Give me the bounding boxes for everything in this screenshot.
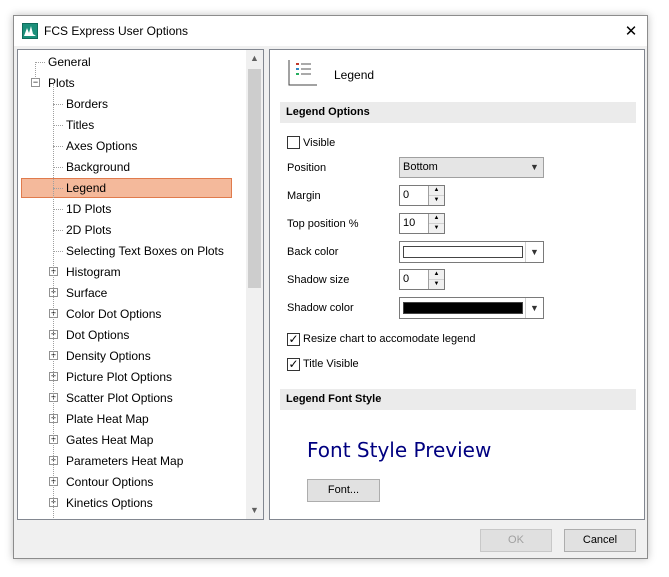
legend-font-style-header: Legend Font Style — [280, 389, 636, 410]
tree-item-label: 1D Plots — [66, 202, 112, 216]
shadow-size-stepper[interactable]: 0 ▲ ▼ — [399, 269, 445, 290]
fcs-express-app-icon — [22, 23, 38, 39]
tree-item-label: Selecting Text Boxes on Plots — [66, 244, 224, 258]
tree-item-label: Kinetics Options — [66, 496, 153, 510]
legend-icon — [288, 60, 317, 86]
visible-checkbox[interactable] — [287, 136, 300, 149]
tree-item[interactable]: General — [18, 52, 246, 73]
tree-item-label: General — [48, 55, 91, 69]
scroll-up-arrow-icon[interactable]: ▲ — [246, 50, 263, 67]
cancel-button[interactable]: Cancel — [564, 529, 636, 552]
ok-button[interactable]: OK — [480, 529, 552, 552]
top-position-label: Top position % — [287, 218, 359, 230]
back-color-swatch — [403, 246, 523, 258]
shadow-color-swatch — [403, 302, 523, 314]
tree-item-label: Picture Plot Options — [66, 370, 173, 384]
collapse-icon[interactable]: − — [31, 78, 40, 87]
shadow-size-label: Shadow size — [287, 274, 350, 286]
close-button[interactable]: ✕ — [615, 16, 647, 46]
resize-chart-label: Resize chart to accomodate legend — [303, 333, 476, 345]
back-color-label: Back color — [287, 246, 339, 258]
tree-connector — [53, 84, 55, 519]
font-button[interactable]: Font... — [307, 479, 380, 502]
tree-scrollbar[interactable]: ▲ ▼ — [246, 50, 263, 519]
back-color-picker[interactable]: ▼ — [399, 241, 544, 263]
chevron-down-icon: ▼ — [530, 162, 539, 172]
options-tree[interactable]: ▲ ▼ General − Plots Borders Titles Axes Optio… — [17, 49, 264, 520]
legend-options-header: Legend Options — [280, 102, 636, 123]
top-position-stepper[interactable]: 10 ▲ ▼ — [399, 213, 445, 234]
tree-item-label: Parameters Heat Map — [66, 454, 184, 468]
spin-down-icon[interactable]: ▼ — [429, 224, 444, 233]
position-label: Position — [287, 162, 327, 174]
shadow-size-value: 0 — [403, 273, 410, 285]
tree-item-label: Borders — [66, 97, 109, 111]
window-title: FCS Express User Options — [44, 24, 189, 38]
title-bar[interactable]: FCS Express User Options ✕ — [14, 16, 647, 46]
title-visible-checkbox[interactable]: ✓ — [287, 357, 300, 371]
resize-chart-checkbox[interactable]: ✓ — [287, 332, 300, 346]
tree-item-label: Gates Heat Map — [66, 433, 154, 447]
shadow-color-label: Shadow color — [287, 302, 354, 314]
position-value: Bottom — [403, 161, 438, 173]
tree-item-label: Legend — [66, 181, 107, 195]
chevron-down-icon: ▼ — [525, 242, 543, 262]
scroll-down-arrow-icon[interactable]: ▼ — [246, 502, 263, 519]
tree-item-label: Dot Options — [66, 328, 130, 342]
tree-item-label: Scatter Plot Options — [66, 391, 173, 405]
spin-up-icon[interactable]: ▲ — [429, 186, 444, 196]
position-dropdown[interactable]: Bottom ▼ — [399, 157, 544, 178]
tree-item-label: Histogram — [66, 265, 121, 279]
title-visible-label: Title Visible — [303, 358, 359, 370]
tree-item-label: 2D Plots — [66, 223, 112, 237]
settings-panel: Legend Legend Options Visible Position B… — [269, 49, 645, 520]
options-dialog: FCS Express User Options ✕ ▲ ▼ General − P… — [13, 15, 648, 559]
chevron-down-icon: ▼ — [525, 298, 543, 318]
tree-item-label: Density Options — [66, 349, 151, 363]
tree-item-label: Plots — [48, 76, 75, 90]
panel-title: Legend — [334, 68, 375, 82]
tree-item-label: Plate Heat Map — [66, 412, 149, 426]
tree-item-label: Background — [66, 160, 131, 174]
spin-up-icon[interactable]: ▲ — [429, 270, 444, 280]
checkmark-icon: ✓ — [288, 357, 299, 371]
shadow-color-picker[interactable]: ▼ — [399, 297, 544, 319]
tree-item-label: Titles — [66, 118, 95, 132]
font-style-preview: Font Style Preview — [307, 438, 492, 462]
checkmark-icon: ✓ — [288, 332, 299, 346]
margin-stepper[interactable]: 0 ▲ ▼ — [399, 185, 445, 206]
tree-connector — [35, 62, 37, 79]
spin-up-icon[interactable]: ▲ — [429, 214, 444, 224]
margin-label: Margin — [287, 190, 321, 202]
tree-item-label: Color Dot Options — [66, 307, 162, 321]
visible-label: Visible — [303, 137, 336, 149]
margin-value: 0 — [403, 189, 410, 201]
tree-item-label: Contour Options — [66, 475, 154, 489]
scroll-thumb[interactable] — [248, 69, 261, 288]
tree-item-label: Axes Options — [66, 139, 138, 153]
top-position-value: 10 — [403, 217, 416, 229]
tree-item-label: Surface — [66, 286, 108, 300]
spin-down-icon[interactable]: ▼ — [429, 196, 444, 205]
spin-down-icon[interactable]: ▼ — [429, 280, 444, 289]
close-icon: ✕ — [624, 23, 638, 40]
